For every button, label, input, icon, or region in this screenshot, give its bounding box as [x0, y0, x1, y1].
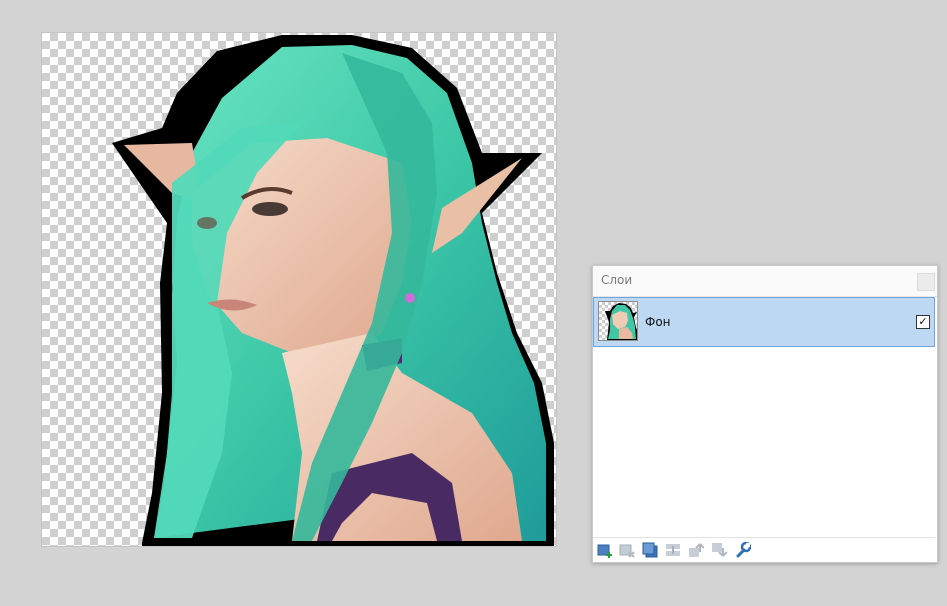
- add-layer-icon[interactable]: [597, 542, 613, 558]
- layer-properties-icon[interactable]: [735, 541, 752, 558]
- layers-panel-title: Слои: [601, 273, 633, 287]
- layers-panel-header[interactable]: Слои: [593, 266, 937, 297]
- delete-layer-icon[interactable]: [619, 542, 635, 558]
- layer-visibility-checkbox[interactable]: ✓: [916, 315, 930, 329]
- move-layer-down-icon[interactable]: [711, 542, 728, 558]
- move-layer-up-icon[interactable]: [688, 542, 705, 558]
- merge-layer-down-icon[interactable]: [665, 542, 681, 558]
- layers-panel: Слои Фон ✓: [592, 265, 938, 563]
- layer-thumbnail: [598, 301, 638, 341]
- duplicate-layer-icon[interactable]: [642, 542, 658, 558]
- layers-toolbar: [593, 537, 935, 562]
- panel-close-icon[interactable]: [917, 273, 935, 291]
- image-canvas[interactable]: [42, 33, 556, 546]
- layer-thumbnail-image: [605, 303, 637, 340]
- layer-name: Фон: [645, 315, 671, 329]
- elf-portrait-image: [112, 35, 554, 546]
- layer-row[interactable]: Фон ✓: [593, 297, 935, 347]
